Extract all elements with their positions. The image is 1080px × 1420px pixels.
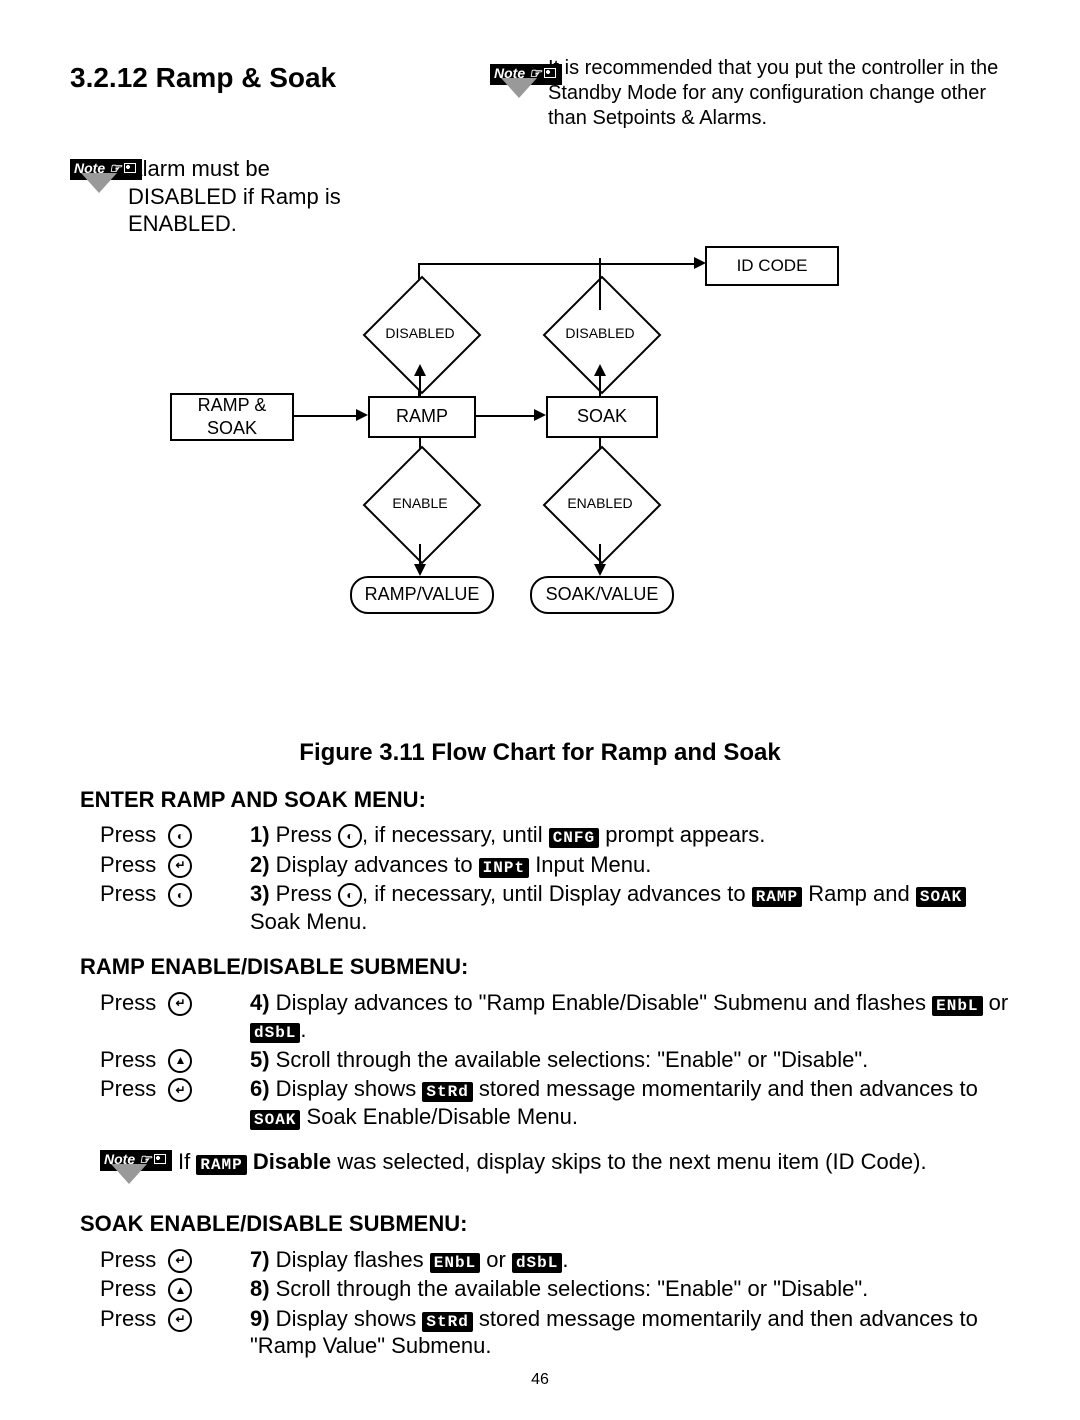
- flow-soak: SOAK: [546, 396, 658, 438]
- page-number: 46: [70, 1370, 1010, 1390]
- section-heading: 3.2.12 Ramp & Soak: [70, 60, 490, 95]
- note-text-right: It is recommended that you put the contr…: [548, 56, 1010, 131]
- flow-ramp: RAMP: [368, 396, 476, 438]
- mid-note: Note ☞ If RAMP Disable was selected, dis…: [100, 1142, 1010, 1192]
- section-soak-sub: SOAK ENABLE/DISABLE SUBMENU:: [80, 1210, 1010, 1238]
- flow-rampvalue: RAMP/VALUE: [350, 576, 494, 614]
- note-icon: Note ☞: [100, 1142, 158, 1192]
- press-enter: Press ↵: [100, 851, 250, 879]
- flow-enable: ENABLE: [380, 463, 464, 547]
- flow-enabled: ENABLED: [560, 463, 644, 547]
- flow-rampsoak: RAMP & SOAK: [170, 393, 294, 441]
- flow-idcode: ID CODE: [705, 246, 839, 286]
- section-ramp-sub: RAMP ENABLE/DISABLE SUBMENU:: [80, 953, 1010, 981]
- flowchart: ID CODE DISABLED DISABLED RAMP & SOAK RA…: [80, 238, 1010, 718]
- header-row: 3.2.12 Ramp & Soak Note ☞ It is recommen…: [70, 60, 1010, 131]
- section-enter: ENTER RAMP AND SOAK MENU:: [80, 786, 1010, 814]
- press-menu: Press ◐: [100, 880, 250, 908]
- note-text-left: Alarm must be DISABLED if Ramp is ENABLE…: [128, 151, 380, 238]
- note-icon: Note ☞: [70, 151, 128, 201]
- figure-caption: Figure 3.11 Flow Chart for Ramp and Soak: [70, 738, 1010, 768]
- press-menu: Press ◐: [100, 821, 250, 849]
- flow-soakvalue: SOAK/VALUE: [530, 576, 674, 614]
- steps-soak: Press ↵ 7) Display flashes ENbL or dSbL.…: [100, 1246, 1010, 1360]
- steps-enter: Press ◐ 1) Press ◐, if necessary, until …: [100, 821, 1010, 935]
- note-icon: Note ☞: [490, 56, 548, 106]
- steps-ramp: Press ↵ 4) Display advances to "Ramp Ena…: [100, 989, 1010, 1131]
